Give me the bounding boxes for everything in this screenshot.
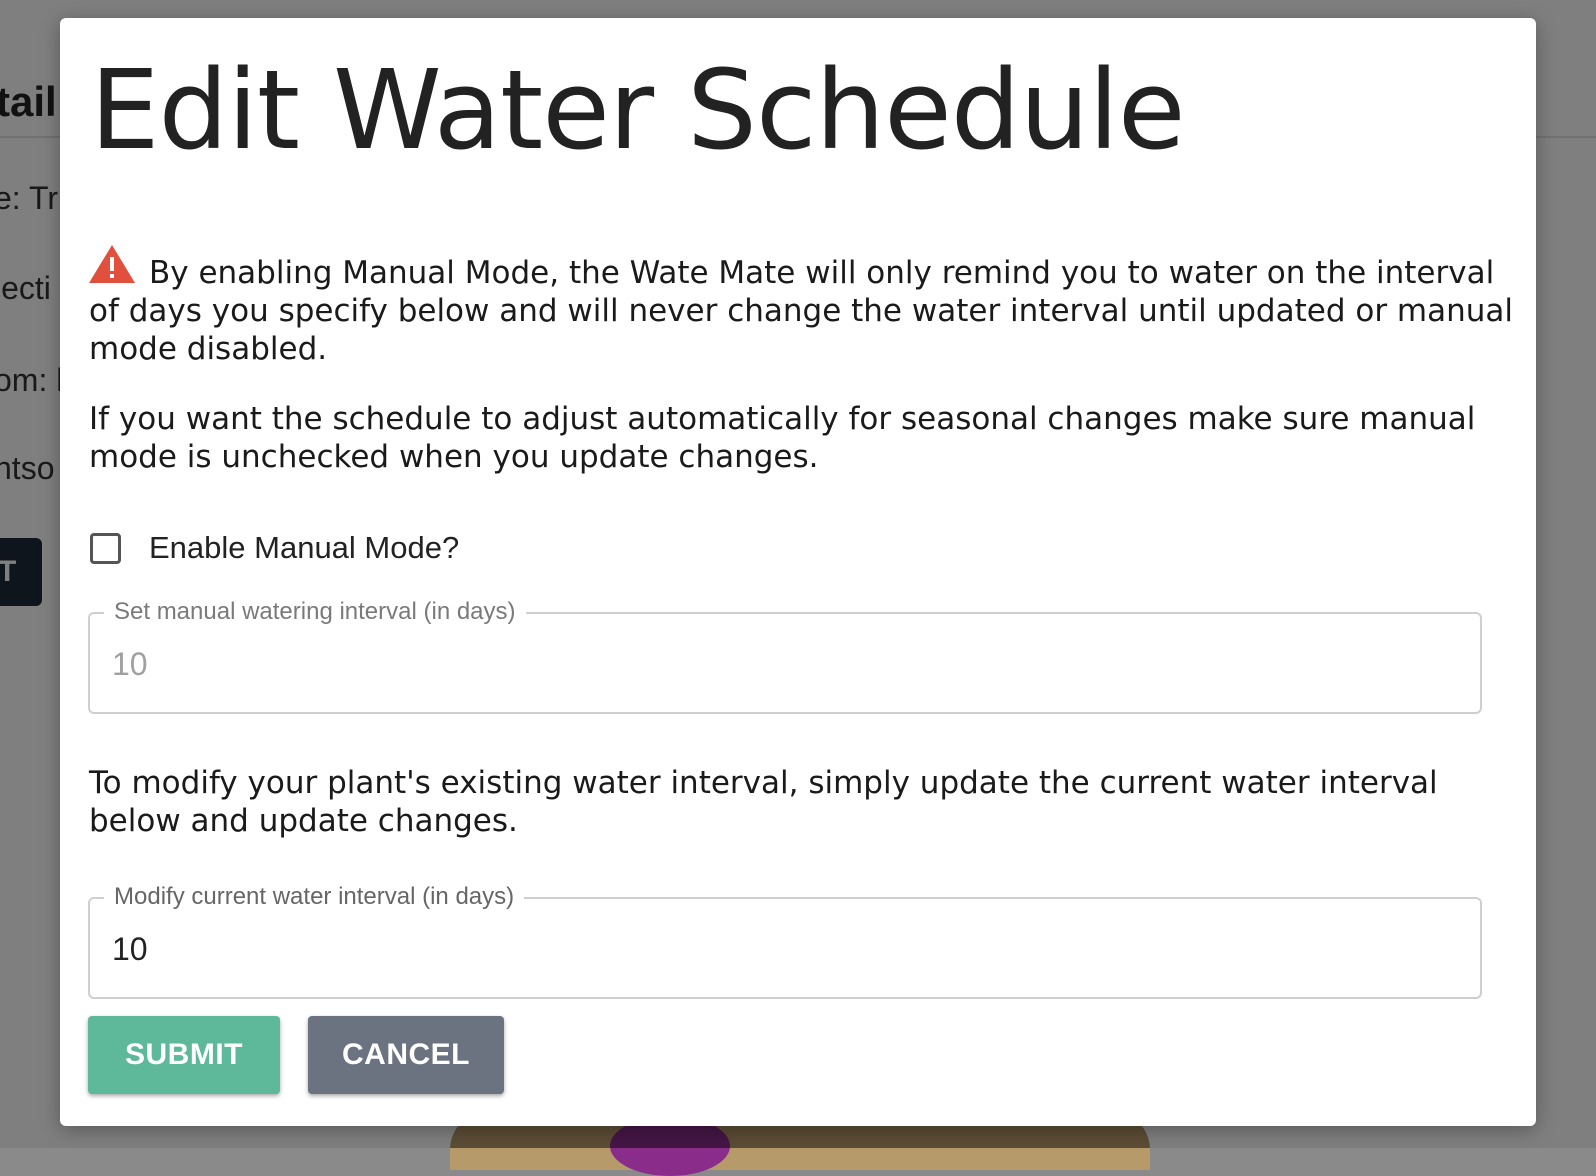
submit-button[interactable]: SUBMIT <box>88 1016 280 1094</box>
current-interval-field: Modify current water interval (in days) <box>88 883 1482 999</box>
manual-mode-checkbox-label[interactable]: Enable Manual Mode? <box>149 530 459 566</box>
seasonal-adjust-info-text: If you want the schedule to adjust autom… <box>89 401 1476 475</box>
manual-mode-checkbox[interactable] <box>90 532 121 564</box>
current-interval-label: Modify current water interval (in days) <box>104 883 525 911</box>
manual-mode-checkbox-row[interactable]: Enable Manual Mode? <box>90 530 459 566</box>
manual-mode-warning-text: By enabling Manual Mode, the Wate Mate w… <box>89 255 1514 367</box>
manual-interval-input[interactable] <box>112 634 1452 694</box>
current-interval-input[interactable] <box>112 919 1452 979</box>
modify-interval-info-text: To modify your plant's existing water in… <box>89 765 1438 839</box>
edit-water-schedule-dialog: Edit Water Schedule By enabling Manual M… <box>60 18 1536 1126</box>
dialog-title: Edit Water Schedule <box>90 46 1186 174</box>
manual-interval-label: Set manual watering interval (in days) <box>104 598 526 626</box>
manual-interval-field: Set manual watering interval (in days) <box>88 598 1482 714</box>
cancel-button[interactable]: CANCEL <box>308 1016 504 1094</box>
